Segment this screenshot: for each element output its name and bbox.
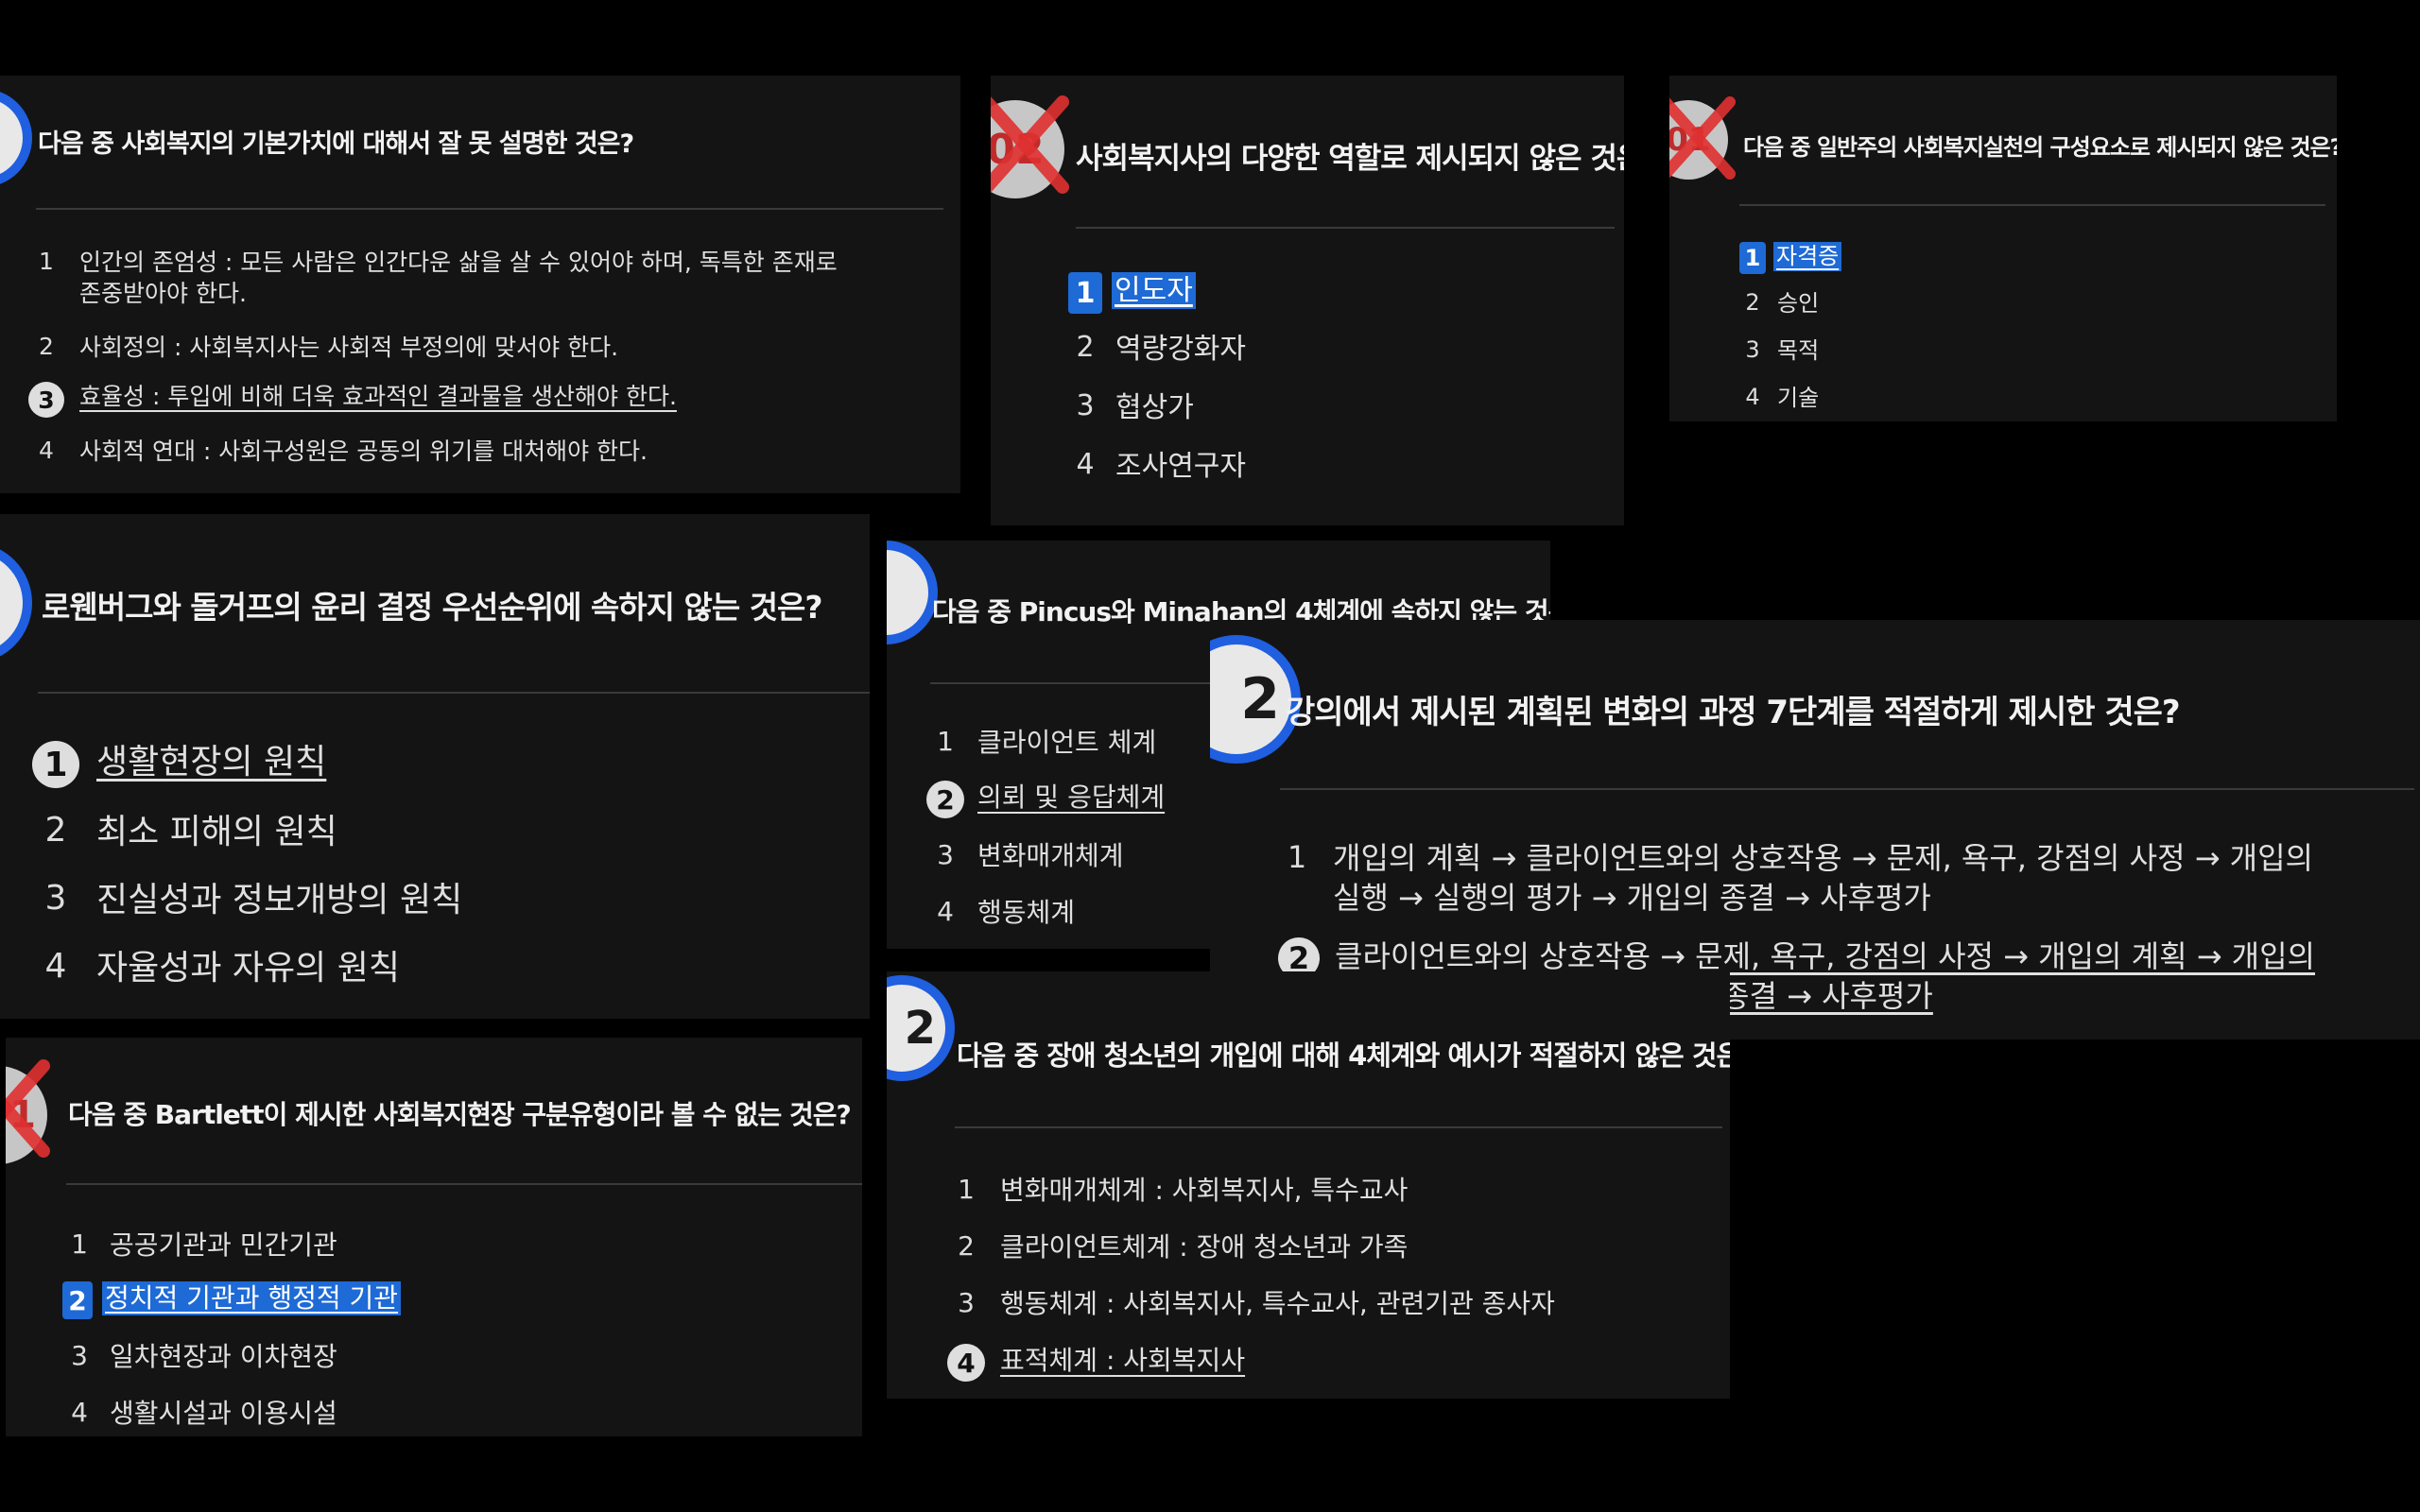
- divider: [38, 692, 870, 694]
- answer-option-3[interactable]: 3 협상가: [1068, 389, 1194, 426]
- option-text: 인도자: [1112, 272, 1196, 309]
- option-text: 승인: [1777, 290, 1820, 317]
- answer-option-1-selected[interactable]: 1 인도자: [1068, 272, 1196, 314]
- option-text: 자격증: [1773, 242, 1842, 272]
- option-text: 의뢰 및 응답체계: [977, 782, 1166, 813]
- option-text-line1: 클라이언트와의 상호작용 → 문제, 욕구, 강점의 사정 → 개입의 계획 →…: [1335, 938, 2315, 974]
- question-card-disabled-youth: 2 다음 중 장애 청소년의 개입에 대해 4체계와 예시가 적절하지 않은 것…: [887, 971, 1730, 1399]
- option-text-line1: 인간의 존엄성 : 모든 사람은 인간다운 삶을 살 수 있어야 하며, 독특한…: [79, 249, 838, 276]
- question-card-ethical-priority: 로웬버그와 돌거프의 윤리 결정 우선순위에 속하지 않는 것은? 1 생활현장…: [0, 514, 870, 1019]
- answer-option-4[interactable]: 4 행동체계: [926, 896, 1075, 930]
- question-title: 다음 중 일반주의 사회복지실천의 구성요소로 제시되지 않은 것은?: [1743, 134, 2337, 161]
- option-text: 진실성과 정보개방의 원칙: [96, 881, 463, 919]
- option-text: 클라이언트체계 : 장애 청소년과 가족: [1000, 1231, 1409, 1263]
- answer-option-2[interactable]: 2 역량강화자: [1068, 331, 1246, 368]
- answer-option-3[interactable]: 3 행동체계 : 사회복지사, 특수교사, 관련기관 종사자: [947, 1287, 1555, 1321]
- answer-option-2-selected[interactable]: 2 의뢰 및 응답체계: [926, 781, 1165, 818]
- answer-option-3-selected[interactable]: 3 효율성 : 투입에 비해 더욱 효과적인 결과물을 생산해야 한다.: [28, 382, 677, 418]
- divider: [66, 1183, 862, 1185]
- option-text: 행동체계 : 사회복지사, 특수교사, 관련기관 종사자: [1000, 1288, 1555, 1319]
- option-text: 변화매개체계 : 사회복지사, 특수교사: [1000, 1175, 1409, 1206]
- option-text: 협상가: [1115, 391, 1194, 424]
- question-title: 사회복지사의 다양한 역할로 제시되지 않은 것은?: [1076, 142, 1624, 176]
- answer-option-1[interactable]: 1 공공기관과 민간기관: [62, 1228, 337, 1263]
- option-text-line2: 존중받아야 한다.: [79, 279, 247, 307]
- divider: [955, 1126, 1722, 1128]
- option-text: 일차현장과 이차현장: [110, 1341, 337, 1372]
- option-text: 목적: [1777, 337, 1820, 364]
- answer-option-1-selected[interactable]: 1 자격증: [1739, 242, 1842, 274]
- option-text: 역량강화자: [1115, 333, 1246, 366]
- option-text: 생활시설과 이용시설: [110, 1398, 337, 1429]
- option-text: 클라이언트 체계: [977, 727, 1157, 758]
- option-text: 사회적 연대 : 사회구성원은 공동의 위기를 대처해야 한다.: [79, 438, 648, 465]
- question-title: 로웬버그와 돌거프의 윤리 결정 우선순위에 속하지 않는 것은?: [42, 589, 823, 626]
- answer-option-3[interactable]: 3 일차현장과 이차현장: [62, 1340, 337, 1374]
- answer-option-1-selected[interactable]: 1 생활현장의 원칙: [32, 741, 326, 788]
- option-text: 사회정의 : 사회복지사는 사회적 부정의에 맞서야 한다.: [79, 334, 619, 361]
- option-text: 자율성과 자유의 원칙: [96, 949, 400, 988]
- answer-option-1[interactable]: 1 변화매개체계 : 사회복지사, 특수교사: [947, 1174, 1408, 1208]
- answer-option-4[interactable]: 4 생활시설과 이용시설: [62, 1397, 337, 1431]
- answer-option-1[interactable]: 1 개입의 계획 → 클라이언트와의 상호작용 → 문제, 욕구, 강점의 사정…: [1278, 839, 2420, 918]
- option-text-line1: 개입의 계획 → 클라이언트와의 상호작용 → 문제, 욕구, 강점의 사정 →…: [1333, 840, 2313, 876]
- option-text: 공공기관과 민간기관: [110, 1229, 337, 1261]
- question-number-badge: [0, 542, 32, 663]
- answer-option-3[interactable]: 3 변화매개체계: [926, 839, 1124, 873]
- question-title: 다음 중 사회복지의 기본가치에 대해서 잘 못 설명한 것은?: [38, 129, 634, 159]
- divider: [1076, 227, 1615, 229]
- answer-option-1[interactable]: 1 클라이언트 체계: [926, 726, 1156, 760]
- option-text: 조사연구자: [1115, 450, 1246, 483]
- question-number-badge: 2: [887, 975, 955, 1081]
- question-title: 다음 중 장애 청소년의 개입에 대해 4체계와 예시가 적절하지 않은 것은?: [957, 1040, 1730, 1072]
- answer-option-3[interactable]: 3 목적: [1739, 336, 1819, 366]
- answer-option-4[interactable]: 4 자율성과 자유의 원칙: [32, 947, 400, 991]
- answer-option-2[interactable]: 2 클라이언트체계 : 장애 청소년과 가족: [947, 1230, 1408, 1264]
- answer-option-2[interactable]: 2 승인: [1739, 289, 1819, 318]
- answer-option-1[interactable]: 1 인간의 존엄성 : 모든 사람은 인간다운 삶을 살 수 있어야 하며, 독…: [28, 248, 955, 309]
- question-card-social-worker-roles: 02 사회복지사의 다양한 역할로 제시되지 않은 것은? 1 인도자 2 역량…: [991, 76, 1624, 525]
- question-card-bartlett-fields: 1 다음 중 Bartlett이 제시한 사회복지현장 구분유형이라 볼 수 없…: [6, 1038, 862, 1436]
- answer-option-4[interactable]: 4 사회적 연대 : 사회구성원은 공동의 위기를 대처해야 한다.: [28, 437, 648, 468]
- question-card-generalist-components: 01 다음 중 일반주의 사회복지실천의 구성요소로 제시되지 않은 것은? 1…: [1669, 76, 2337, 421]
- question-card-basic-values: 다음 중 사회복지의 기본가치에 대해서 잘 못 설명한 것은? 1 인간의 존…: [0, 76, 960, 493]
- answer-option-4[interactable]: 4 조사연구자: [1068, 448, 1246, 485]
- answer-option-4-selected[interactable]: 4 표적체계 : 사회복지사: [947, 1344, 1245, 1382]
- question-number-badge: [0, 89, 32, 187]
- option-text: 최소 피해의 원칙: [96, 813, 337, 851]
- option-text: 효율성 : 투입에 비해 더욱 효과적인 결과물을 생산해야 한다.: [79, 383, 677, 410]
- option-text: 기술: [1777, 385, 1820, 411]
- option-text: 변화매개체계: [977, 840, 1124, 871]
- question-title: 강의에서 제시된 계획된 변화의 과정 7단계를 적절하게 제시한 것은?: [1286, 694, 2181, 731]
- answer-option-4[interactable]: 4 기술: [1739, 384, 1819, 413]
- question-number-badge: 1: [6, 1066, 47, 1164]
- question-number-badge: 02: [991, 100, 1064, 198]
- answer-option-2[interactable]: 2 사회정의 : 사회복지사는 사회적 부정의에 맞서야 한다.: [28, 333, 618, 364]
- divider: [1280, 788, 2414, 790]
- question-number-badge: [887, 541, 938, 644]
- option-text: 표적체계 : 사회복지사: [1000, 1345, 1246, 1376]
- question-number-badge: 01: [1669, 100, 1728, 180]
- answer-option-2-selected[interactable]: 2 정치적 기관과 행정적 기관: [62, 1281, 402, 1319]
- option-text-line2: 실행 → 실행의 평가 → 개입의 종결 → 사후평가: [1333, 879, 1931, 916]
- option-text: 생활현장의 원칙: [96, 743, 327, 782]
- divider: [1739, 204, 2325, 206]
- question-title: 다음 중 Bartlett이 제시한 사회복지현장 구분유형이라 볼 수 없는 …: [68, 1099, 852, 1130]
- answer-option-3[interactable]: 3 진실성과 정보개방의 원칙: [32, 879, 463, 923]
- answer-option-2[interactable]: 2 최소 피해의 원칙: [32, 811, 337, 855]
- divider: [36, 208, 943, 210]
- option-text: 정치적 기관과 행정적 기관: [102, 1281, 402, 1316]
- option-text: 행동체계: [977, 897, 1076, 928]
